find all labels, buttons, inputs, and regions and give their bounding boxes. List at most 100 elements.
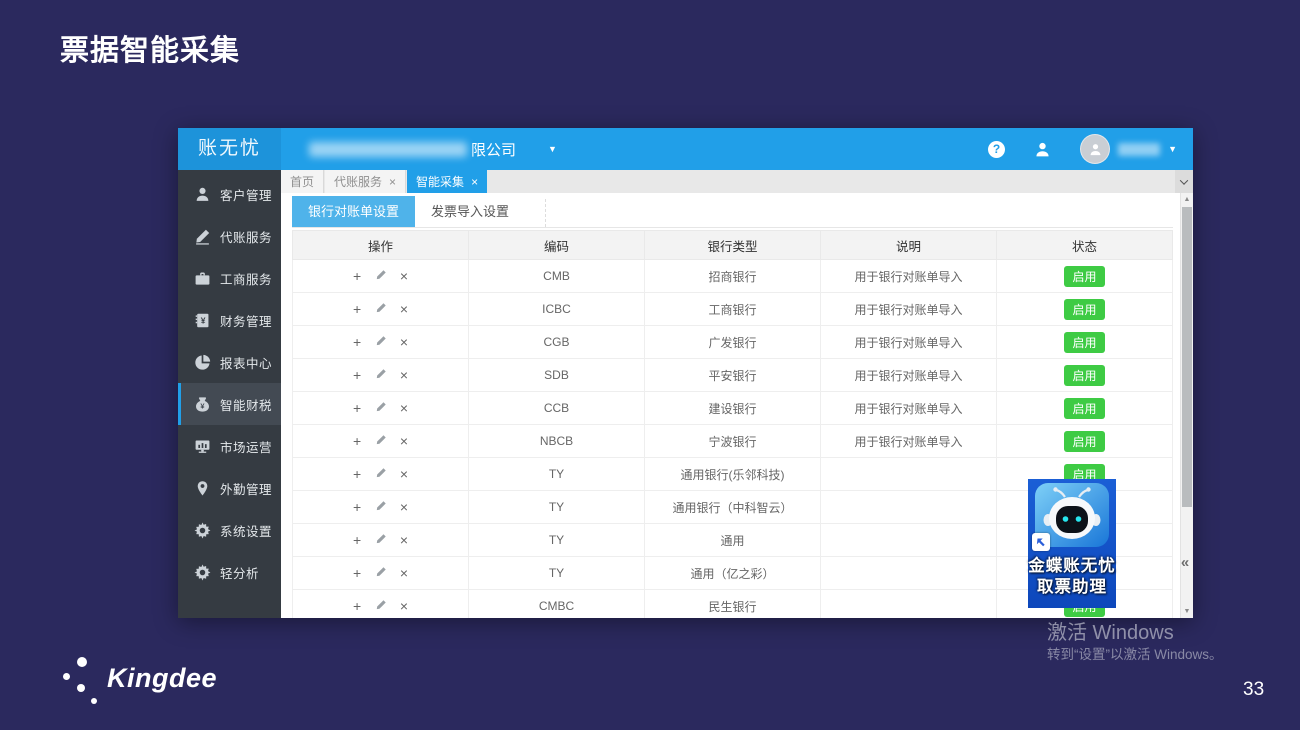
scrollbar-thumb[interactable] <box>1182 207 1192 507</box>
add-icon[interactable]: + <box>353 301 361 317</box>
close-icon[interactable]: × <box>471 176 478 188</box>
add-icon[interactable]: + <box>353 334 361 350</box>
sidebar-item-label: 代账服务 <box>220 227 272 246</box>
status-badge[interactable]: 启用 <box>1064 299 1104 320</box>
sidebar-item-smart-tax[interactable]: ¥ 智能财税 <box>178 383 281 425</box>
column-header-ops: 操作 <box>293 231 469 260</box>
edit-icon[interactable] <box>375 499 387 515</box>
delete-icon[interactable]: × <box>400 466 408 482</box>
add-icon[interactable]: + <box>353 598 361 614</box>
add-icon[interactable]: + <box>353 367 361 383</box>
sidebar-item-label: 报表中心 <box>220 353 272 372</box>
bank-desc: 用于银行对账单导入 <box>821 359 997 392</box>
row-operations: + × <box>293 359 469 392</box>
company-chevron-down-icon[interactable]: ▼ <box>548 144 557 154</box>
status-badge[interactable]: 启用 <box>1064 332 1104 353</box>
delete-icon[interactable]: × <box>400 499 408 515</box>
sidebar-item-light-analysis[interactable]: 轻分析 <box>178 551 281 593</box>
moneybag-icon: ¥ <box>194 396 211 413</box>
edit-icon[interactable] <box>375 598 387 614</box>
status-badge[interactable]: 启用 <box>1064 431 1104 452</box>
slide-background: 票据智能采集 账无忧 限公司 ▼ ? ▼ <box>0 0 1300 730</box>
tabs-dropdown-icon[interactable] <box>1175 170 1193 193</box>
user-icon[interactable] <box>1034 141 1051 158</box>
assistant-shortcut[interactable]: 金蝶账无忧 取票助理 <box>1028 479 1116 608</box>
status-badge[interactable]: 启用 <box>1064 398 1104 419</box>
sidebar-item-market-ops[interactable]: 市场运营 <box>178 425 281 467</box>
tab-agency-service[interactable]: 代账服务 × <box>325 170 406 193</box>
company-selector[interactable]: 限公司 ▼ <box>309 139 557 160</box>
kingdee-logo: Kingdee <box>55 652 285 716</box>
delete-icon[interactable]: × <box>400 532 408 548</box>
add-icon[interactable]: + <box>353 565 361 581</box>
robot-icon <box>1034 483 1110 549</box>
bank-status-cell: 启用 <box>997 359 1173 392</box>
help-icon[interactable]: ? <box>988 141 1005 158</box>
sidebar-item-finance-mgmt[interactable]: ¥ 财务管理 <box>178 299 281 341</box>
delete-icon[interactable]: × <box>400 301 408 317</box>
avatar[interactable] <box>1080 134 1110 164</box>
sidebar-item-field-mgmt[interactable]: 外勤管理 <box>178 467 281 509</box>
delete-icon[interactable]: × <box>400 367 408 383</box>
company-name-redacted <box>309 142 467 157</box>
gear-icon <box>194 522 211 539</box>
tab-home[interactable]: 首页 <box>281 170 324 193</box>
delete-icon[interactable]: × <box>400 565 408 581</box>
edit-icon[interactable] <box>375 400 387 416</box>
sidebar-item-label: 财务管理 <box>220 311 272 330</box>
add-icon[interactable]: + <box>353 499 361 515</box>
subtab-bar: 银行对账单设置 发票导入设置 <box>292 196 1173 228</box>
bank-type: 通用（亿之彩） <box>645 557 821 590</box>
delete-icon[interactable]: × <box>400 334 408 350</box>
subtab-bank-statement-settings[interactable]: 银行对账单设置 <box>292 196 415 227</box>
collapse-panel-icon[interactable]: « <box>1178 554 1192 571</box>
scroll-down-icon[interactable]: ▼ <box>1181 608 1193 615</box>
bank-desc: 用于银行对账单导入 <box>821 392 997 425</box>
sidebar-item-customer-mgmt[interactable]: 客户管理 <box>178 173 281 215</box>
sidebar-item-business-service[interactable]: 工商服务 <box>178 257 281 299</box>
status-badge[interactable]: 启用 <box>1064 266 1104 287</box>
app-logo[interactable]: 账无忧 <box>178 128 281 170</box>
delete-icon[interactable]: × <box>400 598 408 614</box>
delete-icon[interactable]: × <box>400 268 408 284</box>
bank-desc <box>821 491 997 524</box>
user-menu-chevron-icon[interactable]: ▼ <box>1168 144 1177 154</box>
add-icon[interactable]: + <box>353 433 361 449</box>
bank-status-cell: 启用 <box>997 293 1173 326</box>
edit-icon[interactable] <box>375 301 387 317</box>
add-icon[interactable]: + <box>353 400 361 416</box>
delete-icon[interactable]: × <box>400 400 408 416</box>
close-icon[interactable]: × <box>389 176 396 188</box>
sidebar-item-agency-service[interactable]: 代账服务 <box>178 215 281 257</box>
sidebar-item-report-center[interactable]: 报表中心 <box>178 341 281 383</box>
row-operations: + × <box>293 260 469 293</box>
sidebar-item-label: 市场运营 <box>220 437 272 456</box>
edit-icon[interactable] <box>375 367 387 383</box>
add-icon[interactable]: + <box>353 466 361 482</box>
bank-type: 平安银行 <box>645 359 821 392</box>
edit-icon[interactable] <box>375 466 387 482</box>
bank-desc <box>821 590 997 619</box>
bank-type: 广发银行 <box>645 326 821 359</box>
edit-icon[interactable] <box>375 433 387 449</box>
row-operations: + × <box>293 590 469 619</box>
edit-icon[interactable] <box>375 565 387 581</box>
column-header-desc: 说明 <box>821 231 997 260</box>
subtab-invoice-import-settings[interactable]: 发票导入设置 <box>415 196 525 227</box>
scroll-up-icon[interactable]: ▲ <box>1181 196 1193 203</box>
tab-label: 首页 <box>290 173 314 190</box>
status-badge[interactable]: 启用 <box>1064 365 1104 386</box>
edit-icon[interactable] <box>375 532 387 548</box>
column-header-bank: 银行类型 <box>645 231 821 260</box>
row-operations: + × <box>293 524 469 557</box>
bank-type: 工商银行 <box>645 293 821 326</box>
column-header-status: 状态 <box>997 231 1173 260</box>
add-icon[interactable]: + <box>353 532 361 548</box>
tab-smart-collection[interactable]: 智能采集 × <box>407 170 487 193</box>
sidebar-item-system-settings[interactable]: 系统设置 <box>178 509 281 551</box>
company-suffix: 限公司 <box>471 139 516 160</box>
delete-icon[interactable]: × <box>400 433 408 449</box>
edit-icon[interactable] <box>375 334 387 350</box>
add-icon[interactable]: + <box>353 268 361 284</box>
edit-icon[interactable] <box>375 268 387 284</box>
